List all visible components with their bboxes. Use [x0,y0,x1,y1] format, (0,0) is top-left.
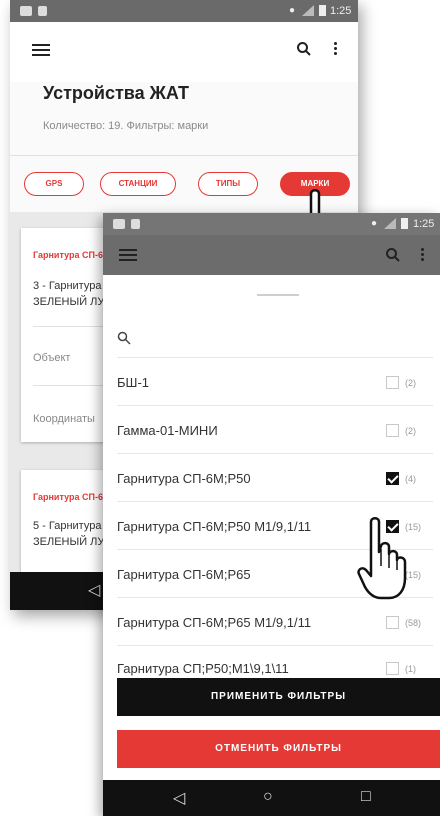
filter-row-label: Гарнитура СП-6М;Р65 [117,567,251,582]
filter-checkbox[interactable] [386,616,399,629]
notification-icon [131,219,140,229]
app-bar [10,22,358,82]
filter-checkbox-checked[interactable] [386,472,399,485]
hand-pointer-icon [357,517,407,600]
filter-count: (2) [405,378,416,388]
filter-row[interactable]: Гарнитура СП;Р50;М1\9,1\11 (1) [103,646,440,682]
filter-checkbox[interactable] [386,662,399,675]
chip-gps[interactable]: GPS [24,172,84,196]
filter-checkbox[interactable] [386,424,399,437]
filter-row-label: БШ-1 [117,375,150,390]
card-line: 5 - Гарнитура [33,520,102,532]
more-vert-icon[interactable] [334,42,337,55]
card-label-coordinates: Координаты [33,413,95,425]
filter-count: (58) [405,618,422,628]
filter-checkbox[interactable] [386,376,399,389]
notification-icon [38,6,47,16]
filter-row[interactable]: Гамма-01-МИНИ (2) [103,406,440,454]
sheet-drag-handle[interactable] [257,294,299,296]
home-icon[interactable]: ○ [263,788,273,806]
status-bar: ● 1:25 [103,213,440,235]
filter-row-label: Гарнитура СП-6М;Р50 М1/9,1/11 [117,519,312,534]
signal-icon [384,218,396,229]
filter-row[interactable]: Гарнитура СП-6М;Р65 М1/9,1/11 (58) [103,598,440,646]
chip-stations[interactable]: СТАНЦИИ [100,172,176,196]
divider [10,155,358,156]
status-bar: ● 1:25 [10,0,358,22]
hamburger-menu-icon[interactable] [32,44,50,56]
filter-row-label: Гарнитура СП-6М;Р50 [117,471,251,486]
hamburger-menu-icon[interactable] [119,249,137,261]
recents-icon[interactable]: □ [361,788,371,806]
location-icon: ● [289,5,296,16]
search-icon[interactable] [385,247,401,263]
page-subtitle: Количество: 19. Фильтры: марки [43,120,209,132]
search-icon[interactable] [296,41,312,57]
app-bar-dimmed [103,235,440,275]
location-icon: ● [371,218,378,229]
card-line: ЗЕЛЕНЫЙ ЛУЧ [33,536,112,548]
back-icon[interactable]: ◁ [173,788,185,808]
card-line: ЗЕЛЕНЫЙ ЛУЧ [33,296,112,308]
chip-types[interactable]: ТИПЫ [198,172,258,196]
nav-bar: ◁ ○ □ [103,780,440,816]
more-vert-icon[interactable] [421,248,424,261]
status-time: 1:25 [330,5,352,17]
card-line: 3 - Гарнитура [33,280,102,292]
back-icon[interactable]: ◁ [88,580,100,600]
notification-icon [113,219,125,229]
filter-row[interactable]: БШ-1 (2) [103,358,440,406]
battery-icon [319,5,326,16]
battery-icon [401,218,408,229]
filter-row-label: Гарнитура СП;Р50;М1\9,1\11 [117,661,289,676]
status-time: 1:25 [413,218,435,230]
apply-filters-button[interactable]: ПРИМЕНИТЬ ФИЛЬТРЫ [117,678,440,716]
filter-row[interactable]: Гарнитура СП-6М;Р50 (4) [103,454,440,502]
filter-count: (1) [405,664,416,674]
filter-count: (2) [405,426,416,436]
search-icon[interactable] [117,331,131,345]
signal-icon [302,5,314,16]
card-label-object: Объект [33,352,71,364]
page-title: Устройства ЖАТ [43,83,189,103]
filter-row-label: Гарнитура СП-6М;Р65 М1/9,1/11 [117,615,312,630]
filter-count: (4) [405,474,416,484]
notification-icon [20,6,32,16]
filter-row-label: Гамма-01-МИНИ [117,423,218,438]
cancel-filters-button[interactable]: ОТМЕНИТЬ ФИЛЬТРЫ [117,730,440,768]
